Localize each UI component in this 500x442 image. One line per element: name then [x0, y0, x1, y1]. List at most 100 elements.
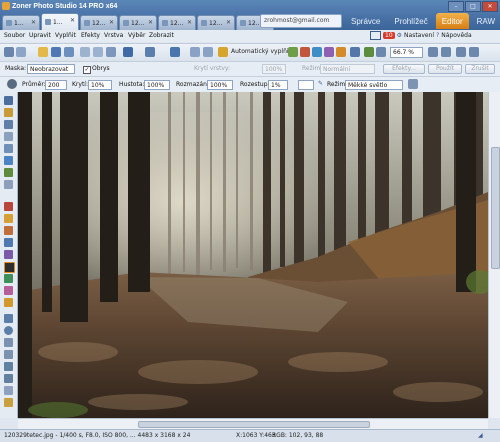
menu-view[interactable]: Zobrazit [149, 32, 174, 39]
apply-button[interactable]: Použít [428, 64, 462, 74]
horizontal-scrollbar[interactable] [18, 418, 488, 429]
outline-checkbox[interactable]: ✓ [83, 66, 91, 74]
fullscreen-icon[interactable] [469, 47, 479, 57]
module-editor[interactable]: Editor [435, 13, 469, 29]
paste-icon[interactable] [93, 47, 103, 57]
resize-grip-icon[interactable]: ◢ [478, 432, 483, 439]
close-icon[interactable]: ✕ [226, 19, 231, 26]
document-tab[interactable]: 12...✕ [119, 15, 157, 30]
menu-lines-icon[interactable] [170, 47, 180, 57]
grid-icon[interactable] [456, 47, 466, 57]
magic-wand-tool-icon[interactable] [4, 350, 13, 359]
crop-tool-icon[interactable] [4, 120, 13, 129]
document-tab[interactable]: 12...✕ [158, 15, 196, 30]
blur-field[interactable]: 100% [207, 80, 233, 90]
help-icon[interactable]: ? [436, 32, 439, 39]
document-tab[interactable]: 1... ✕ [2, 15, 40, 30]
color-swatch[interactable] [298, 80, 314, 90]
enhance-icon[interactable] [336, 47, 346, 57]
menu-fill[interactable]: Vyplňit [55, 32, 76, 39]
forward-icon[interactable] [16, 47, 26, 57]
eyedropper-tool-icon[interactable] [4, 398, 13, 407]
copy-icon[interactable] [80, 47, 90, 57]
lasso-tool-icon[interactable] [4, 338, 13, 347]
levels-icon[interactable] [288, 47, 298, 57]
auto-fill-icon[interactable] [218, 47, 228, 57]
close-icon[interactable]: ✕ [148, 19, 153, 26]
redo-icon[interactable] [145, 47, 155, 57]
eyedropper-icon[interactable]: ✎ [318, 80, 323, 87]
notifications-badge[interactable]: 10 [383, 32, 395, 39]
close-icon[interactable]: ✕ [70, 17, 75, 24]
horizontal-scroll-thumb[interactable] [138, 421, 370, 428]
module-viewer[interactable]: Prohlížeč [388, 13, 433, 29]
zoom-field[interactable]: 66.7 % [390, 47, 423, 58]
module-raw[interactable]: RAW [471, 13, 500, 29]
image-canvas[interactable] [18, 92, 488, 418]
frame-icon[interactable] [350, 47, 360, 57]
undo-icon[interactable] [123, 47, 133, 57]
line-tool-icon[interactable] [4, 386, 13, 395]
auto-fill-label[interactable]: Automatický vyplňit [231, 48, 291, 55]
close-window-icon[interactable]: ✕ [482, 1, 498, 12]
menu-file[interactable]: Soubor [4, 32, 25, 39]
perspective-tool-icon[interactable] [4, 144, 13, 153]
zoom-tool-icon[interactable] [4, 96, 13, 105]
settings-icon[interactable]: ⚙ [397, 32, 402, 39]
vertical-scroll-thumb[interactable] [491, 147, 500, 269]
minimize-icon[interactable]: – [448, 1, 464, 12]
fill-tool-icon[interactable] [4, 298, 13, 307]
effects-button[interactable]: Efekty... [383, 64, 425, 74]
red-eye-tool-icon[interactable] [4, 202, 13, 211]
burn-tool-icon[interactable] [4, 250, 13, 259]
close-icon[interactable]: ✕ [109, 19, 114, 26]
resize-tool-icon[interactable] [4, 156, 13, 165]
fit-icon[interactable] [428, 47, 438, 57]
vertical-scrollbar[interactable] [488, 92, 500, 418]
email-icon[interactable] [370, 31, 381, 40]
diameter-field[interactable]: 200 [45, 80, 67, 90]
back-icon[interactable] [4, 47, 14, 57]
curves-icon[interactable] [300, 47, 310, 57]
clone-tool-icon[interactable] [4, 214, 13, 223]
menu-selection[interactable]: Výběr [128, 32, 145, 39]
hue-icon[interactable] [324, 47, 334, 57]
grid-tool-icon[interactable] [4, 180, 13, 189]
account-email[interactable]: zrohmost@gmail.com [260, 14, 342, 28]
rotate-left-icon[interactable] [190, 47, 200, 57]
eraser-tool-icon[interactable] [4, 286, 13, 295]
spacing-field[interactable]: 1% [268, 80, 288, 90]
straighten-tool-icon[interactable] [4, 132, 13, 141]
close-icon[interactable]: ✕ [31, 19, 36, 26]
crop-icon[interactable] [106, 47, 116, 57]
menu-edit[interactable]: Upravit [29, 32, 51, 39]
mode-select-row1[interactable]: Normální [320, 64, 375, 74]
density-field[interactable]: 100% [144, 80, 170, 90]
document-tab-active[interactable]: 1... ✕ [41, 13, 79, 30]
save-icon[interactable] [51, 47, 61, 57]
opacity-field[interactable]: 10% [88, 80, 112, 90]
rect-select-tool-icon[interactable] [4, 314, 13, 323]
document-tab[interactable]: 12...✕ [197, 15, 235, 30]
shape-tool-icon[interactable] [4, 374, 13, 383]
close-icon[interactable]: ✕ [187, 19, 192, 26]
zoom-out-icon[interactable] [376, 47, 386, 57]
document-tab[interactable]: 12...✕ [80, 15, 118, 30]
text-tool-icon[interactable] [4, 362, 13, 371]
maximize-icon[interactable]: □ [465, 1, 481, 12]
module-manager[interactable]: Správce [345, 13, 386, 29]
blend-mode-select[interactable]: Měkké světlo [345, 80, 403, 90]
cancel-button[interactable]: Zrušit [465, 64, 495, 74]
actual-size-icon[interactable] [441, 47, 451, 57]
help-link[interactable]: Nápověda [441, 32, 471, 39]
mask-select[interactable]: Neobrazovat [27, 64, 75, 74]
menu-effects[interactable]: Efekty [81, 32, 100, 39]
reset-icon[interactable] [408, 79, 418, 89]
ellipse-select-tool-icon[interactable] [4, 326, 13, 335]
color-icon[interactable] [312, 47, 322, 57]
healing-tool-icon[interactable] [4, 226, 13, 235]
brush-settings-icon[interactable] [7, 79, 17, 89]
open-folder-icon[interactable] [38, 47, 48, 57]
layer-opacity-field[interactable]: 100% [262, 64, 286, 74]
hand-tool-icon[interactable] [4, 108, 13, 117]
